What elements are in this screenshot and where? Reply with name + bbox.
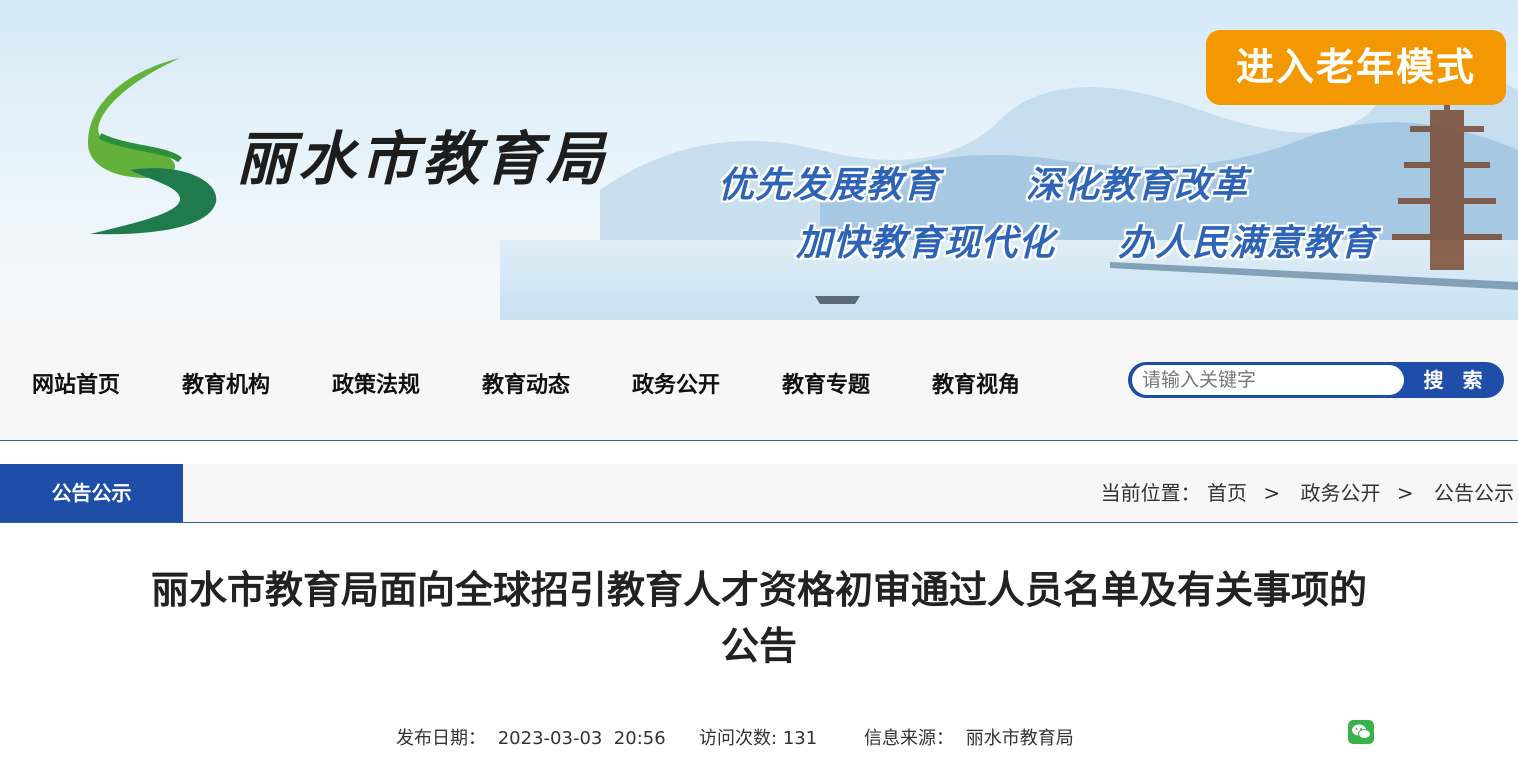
publish-date-label: 发布日期：: [396, 728, 486, 749]
section-tab-announcements[interactable]: 公告公示: [0, 464, 183, 522]
info-source-value: 丽水市教育局: [965, 728, 1074, 749]
article-title-line-2: 公告: [720, 624, 797, 668]
nav-item-home[interactable]: 网站首页: [32, 367, 120, 399]
slogan-4: 办人民满意教育: [1118, 223, 1378, 264]
main-nav: 网站首页 教育机构 政策法规 教育动态 政务公开 教育专题 教育视角 搜 索: [0, 320, 1518, 441]
breadcrumb-item-home[interactable]: 首页: [1207, 481, 1247, 505]
breadcrumb-separator: >: [1263, 481, 1281, 505]
search-input[interactable]: [1132, 365, 1404, 395]
header-banner: 丽水市教育局 优先发展教育 深化教育改革 加快教育现代化 办人民满意教育 进入老…: [0, 0, 1518, 320]
visit-count-label: 访问次数:: [699, 728, 778, 749]
breadcrumb: 当前位置： 首页 > 政务公开 > 公告公示: [1101, 464, 1514, 522]
publish-date: 发布日期： 2023-03-03 20:56: [396, 724, 666, 750]
nav-item-policies[interactable]: 政策法规: [332, 367, 420, 399]
search-box: 搜 索: [1128, 362, 1504, 398]
nav-item-gov-affairs[interactable]: 政务公开: [632, 367, 720, 399]
nav-item-institutions[interactable]: 教育机构: [182, 367, 270, 399]
nav-item-topics[interactable]: 教育专题: [782, 367, 870, 399]
breadcrumb-item-announcements[interactable]: 公告公示: [1434, 481, 1514, 505]
info-source: 信息来源： 丽水市教育局: [864, 724, 1074, 750]
info-source-label: 信息来源：: [864, 728, 954, 749]
elder-mode-button[interactable]: 进入老年模式: [1206, 30, 1506, 105]
lishui-logo-icon: [87, 58, 217, 235]
slogan-1: 优先发展教育: [718, 165, 941, 206]
breadcrumb-item-gov-affairs[interactable]: 政务公开: [1301, 481, 1381, 505]
wechat-icon[interactable]: [1348, 720, 1374, 744]
visit-count: 访问次数: 131: [699, 724, 817, 750]
slogan-2: 深化教育改革: [1026, 165, 1249, 206]
article-title-line-1: 丽水市教育局面向全球招引教育人才资格初审通过人员名单及有关事项的: [150, 568, 1367, 612]
visit-count-value: 131: [782, 728, 818, 749]
nav-item-news[interactable]: 教育动态: [482, 367, 570, 399]
search-button[interactable]: 搜 索: [1408, 362, 1504, 398]
site-logo-text: 丽水市教育局: [236, 125, 609, 193]
article-title: 丽水市教育局面向全球招引教育人才资格初审通过人员名单及有关事项的 公告: [60, 562, 1458, 674]
section-bar: 公告公示 当前位置： 首页 > 政务公开 > 公告公示: [0, 464, 1518, 523]
breadcrumb-prefix: 当前位置：: [1100, 481, 1201, 505]
breadcrumb-separator: >: [1396, 481, 1414, 505]
publish-date-value: 2023-03-03 20:56: [497, 728, 666, 749]
slogan-3: 加快教育现代化: [796, 223, 1056, 264]
nav-item-perspective[interactable]: 教育视角: [932, 367, 1020, 399]
